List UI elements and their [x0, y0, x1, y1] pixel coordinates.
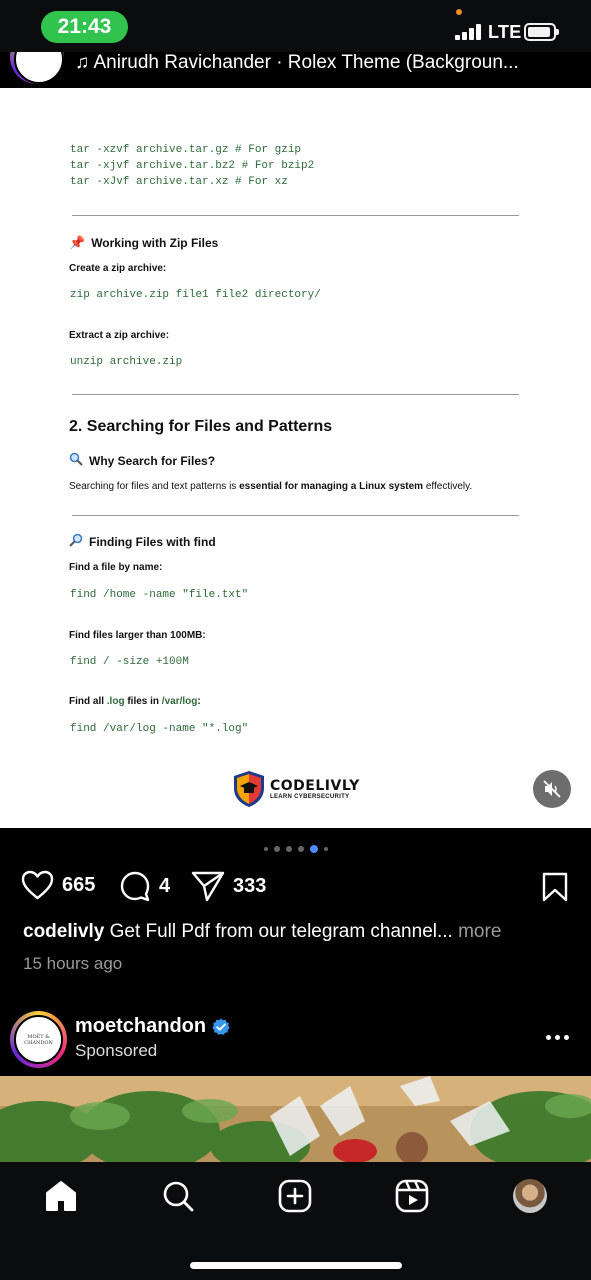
heart-icon[interactable] [21, 870, 54, 900]
save-button[interactable] [541, 872, 569, 907]
profile-tab[interactable] [512, 1178, 548, 1214]
code-line: unzip archive.zip [70, 356, 183, 368]
shield-logo-icon [234, 771, 264, 807]
why-paragraph: Searching for files and text patterns is… [69, 481, 473, 492]
more-options-button[interactable] [546, 1024, 572, 1050]
share-action[interactable]: 333 [191, 870, 266, 902]
author-avatar[interactable] [10, 52, 64, 84]
reels-icon[interactable] [395, 1179, 429, 1213]
sponsored-photo [0, 1076, 591, 1162]
logo-wordmark: CODELIVLY [270, 778, 360, 794]
code-line: find / -size +100M [70, 656, 189, 668]
divider [72, 515, 519, 516]
carousel-dot [285, 846, 292, 852]
find-log-label: Find all .log files in /var/log: [69, 696, 201, 707]
find-heading-text: Finding Files with find [89, 534, 216, 549]
post-image[interactable]: tar -xzvf archive.tar.gz # For gzip tar … [0, 88, 591, 828]
plus-square-icon[interactable] [278, 1179, 312, 1213]
reels-tab[interactable] [394, 1178, 430, 1214]
battery-icon [524, 23, 559, 41]
magnifier-right-icon [69, 533, 83, 550]
code-line: find /var/log -name "*.log" [70, 723, 249, 735]
sponsor-avatar[interactable]: MOËT & CHANDON [10, 1011, 67, 1068]
create-zip-label: Create a zip archive: [69, 263, 167, 274]
zip-heading: 📌 Working with Zip Files [69, 235, 218, 251]
why-heading-text: Why Search for Files? [89, 453, 216, 468]
carousel-indicator [0, 838, 591, 860]
send-icon[interactable] [191, 870, 225, 902]
find-heading: Finding Files with find [69, 533, 216, 550]
home-indicator [190, 1262, 402, 1269]
carousel-dot [297, 846, 304, 852]
home-tab[interactable] [43, 1178, 79, 1214]
audio-track-link[interactable]: ♫ Anirudh Ravichander · Rolex Theme (Bac… [75, 52, 519, 74]
bookmark-icon[interactable] [541, 872, 569, 902]
carousel-dot [323, 847, 328, 851]
home-icon[interactable] [44, 1180, 78, 1212]
sponsor-name[interactable]: moetchandon [75, 1015, 230, 1038]
like-count[interactable]: 665 [62, 874, 95, 897]
section-title: 2. Searching for Files and Patterns [69, 418, 333, 435]
signal-icon [455, 24, 483, 40]
codelivly-logo: CODELIVLY LEARN CYBERSECURITY [232, 770, 360, 808]
magnifier-icon [69, 452, 83, 469]
sponsored-post-image[interactable] [0, 1076, 591, 1162]
code-line: find /home -name "file.txt" [70, 589, 249, 601]
like-action[interactable]: 665 [21, 870, 95, 900]
carousel-dot-active [309, 845, 318, 853]
divider [72, 394, 519, 395]
status-bar: 21:43 LTE [0, 0, 591, 52]
search-tab[interactable] [160, 1178, 196, 1214]
caption-username[interactable]: codelivly [23, 921, 104, 942]
why-heading: Why Search for Files? [69, 452, 215, 469]
create-tab[interactable] [277, 1178, 313, 1214]
logo-tagline: LEARN CYBERSECURITY [270, 794, 350, 800]
zip-heading-text: Working with Zip Files [91, 236, 219, 250]
comment-bubble-icon[interactable] [119, 870, 151, 902]
pushpin-icon: 📌 [69, 235, 86, 250]
sponsor-username[interactable]: moetchandon [75, 1015, 206, 1038]
share-count[interactable]: 333 [233, 875, 266, 898]
clock: 21:43 [41, 11, 128, 43]
profile-avatar[interactable] [513, 1179, 547, 1213]
code-line: tar -xJvf archive.tar.xz # For xz [70, 176, 288, 188]
sponsored-label: Sponsored [75, 1041, 158, 1060]
post-header: ♫ Anirudh Ravichander · Rolex Theme (Bac… [0, 52, 591, 88]
find-by-name-label: Find a file by name: [69, 562, 163, 573]
network-label: LTE [488, 22, 522, 42]
carousel-dot [263, 847, 268, 851]
comment-action[interactable]: 4 [119, 870, 170, 902]
extract-zip-label: Extract a zip archive: [69, 330, 170, 341]
sponsor-avatar-logo: MOËT & CHANDON [14, 1015, 63, 1064]
post-caption[interactable]: codelivly Get Full Pdf from our telegram… [23, 921, 501, 943]
speaker-muted-icon [543, 780, 561, 798]
post-timestamp: 15 hours ago [23, 954, 123, 973]
mic-indicator [456, 9, 462, 15]
post-actions: 665 4 333 [0, 866, 591, 910]
divider [72, 215, 519, 216]
search-icon[interactable] [161, 1179, 195, 1213]
caption-more-link[interactable]: more [453, 921, 501, 942]
carousel-dot [273, 846, 280, 852]
verified-badge-icon [212, 1018, 230, 1035]
code-line: tar -xjvf archive.tar.bz2 # For bzip2 [70, 160, 315, 172]
mute-button[interactable] [533, 770, 571, 808]
find-larger-label: Find files larger than 100MB: [69, 630, 206, 641]
code-line: tar -xzvf archive.tar.gz # For gzip [70, 144, 302, 156]
code-line: zip archive.zip file1 file2 directory/ [70, 289, 321, 301]
comment-count[interactable]: 4 [159, 875, 170, 898]
caption-text: Get Full Pdf from our telegram channel..… [104, 921, 453, 942]
